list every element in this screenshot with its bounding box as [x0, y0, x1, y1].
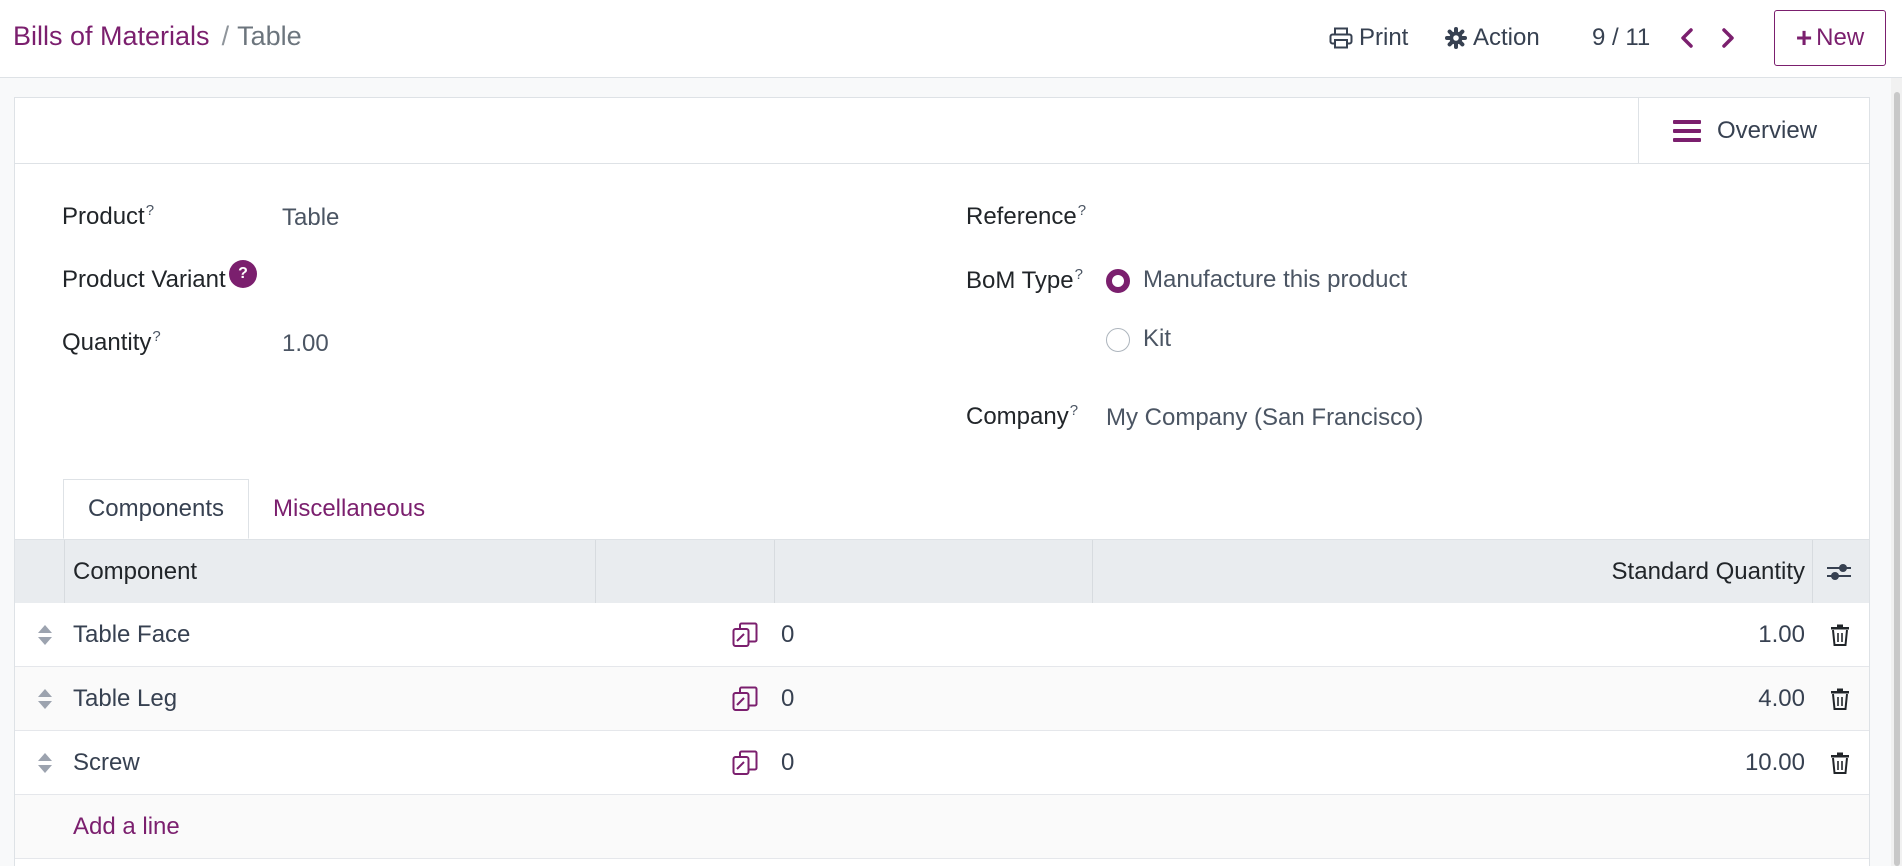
bom-type-manufacture-radio[interactable] [1106, 269, 1130, 293]
product-variant-label: Product Variant [62, 266, 226, 293]
tab-miscellaneous[interactable]: Miscellaneous [273, 479, 425, 539]
action-button[interactable]: Action [1445, 20, 1540, 56]
column-divider [774, 540, 775, 604]
column-settings-icon[interactable] [1826, 560, 1852, 584]
breadcrumb: Bills of Materials / Table [13, 18, 302, 54]
drag-handle-icon[interactable] [37, 751, 53, 775]
column-divider [595, 540, 596, 604]
overview-label: Overview [1717, 116, 1818, 144]
component-quantity[interactable]: 4.00 [1758, 667, 1805, 731]
bom-type-kit-radio[interactable] [1106, 328, 1130, 352]
list-icon [1673, 119, 1701, 142]
help-tooltip-marker[interactable]: ? [1070, 402, 1078, 419]
breadcrumb-current: Table [237, 21, 302, 51]
breadcrumb-bills-of-materials[interactable]: Bills of Materials [13, 21, 210, 51]
column-divider [1092, 540, 1093, 604]
help-tooltip-marker[interactable]: ? [1078, 202, 1086, 219]
product-value[interactable]: Table [282, 204, 339, 232]
print-icon [1329, 27, 1353, 49]
product-variant-help-icon[interactable]: ? [229, 260, 257, 288]
table-row[interactable]: Table Face 0 1.00 [15, 603, 1869, 667]
help-tooltip-marker[interactable]: ? [1075, 266, 1083, 283]
trash-icon[interactable] [1828, 751, 1852, 775]
copy-icon[interactable] [730, 621, 760, 649]
pager-value[interactable]: 9 / 11 [1592, 20, 1650, 56]
component-availability-count: 0 [781, 749, 795, 776]
add-line-row: Add a line [15, 795, 1869, 859]
help-tooltip-marker[interactable]: ? [146, 202, 154, 219]
chevron-left-icon [1681, 28, 1693, 48]
trash-icon[interactable] [1828, 623, 1852, 647]
print-label: Print [1359, 24, 1409, 51]
quantity-label: Quantity? [62, 328, 161, 356]
help-tooltip-marker[interactable]: ? [152, 328, 160, 345]
table-row[interactable]: Table Leg 0 4.00 [15, 667, 1869, 731]
component-availability-count: 0 [781, 685, 795, 712]
bom-type-kit-label[interactable]: Kit [1143, 325, 1171, 353]
plus-icon: + [1795, 22, 1813, 53]
component-name[interactable]: Table Leg [73, 667, 177, 731]
component-name[interactable]: Table Face [73, 603, 190, 667]
company-value[interactable]: My Company (San Francisco) [1106, 404, 1423, 432]
add-line-button[interactable]: Add a line [73, 795, 180, 859]
reference-label: Reference? [966, 202, 1087, 230]
new-button[interactable]: + New [1774, 10, 1886, 66]
bom-type-label: BoM Type? [966, 266, 1083, 294]
column-header-component[interactable]: Component [73, 540, 197, 604]
components-table-header: Component Standard Quantity [15, 539, 1869, 604]
component-quantity[interactable]: 1.00 [1758, 603, 1805, 667]
copy-icon[interactable] [730, 749, 760, 777]
quantity-value[interactable]: 1.00 [282, 330, 329, 358]
table-row[interactable]: Screw 0 10.00 [15, 731, 1869, 795]
pager-next-button[interactable] [1714, 22, 1742, 54]
component-quantity[interactable]: 10.00 [1745, 731, 1805, 795]
new-label: New [1816, 24, 1865, 51]
form-sheet: Overview Product? Table Product Variant … [14, 97, 1870, 866]
drag-handle-icon[interactable] [37, 687, 53, 711]
chevron-right-icon [1722, 28, 1734, 48]
product-label: Product? [62, 202, 155, 230]
breadcrumb-separator: / [221, 21, 230, 51]
control-panel: Bills of Materials / Table Print Action 9 … [0, 0, 1902, 78]
company-label: Company? [966, 402, 1079, 430]
action-label: Action [1473, 24, 1540, 51]
tab-components[interactable]: Components [63, 479, 249, 539]
print-button[interactable]: Print [1329, 20, 1408, 56]
column-header-standard-quantity[interactable]: Standard Quantity [1612, 540, 1805, 604]
component-name[interactable]: Screw [73, 731, 140, 795]
scrollbar-thumb[interactable] [1894, 92, 1900, 866]
copy-icon[interactable] [730, 685, 760, 713]
trash-icon[interactable] [1828, 687, 1852, 711]
column-divider [1812, 540, 1813, 604]
overview-button[interactable]: Overview [1638, 98, 1869, 163]
bom-type-manufacture-label[interactable]: Manufacture this product [1143, 266, 1407, 294]
gear-icon [1445, 27, 1467, 49]
drag-handle-icon[interactable] [37, 623, 53, 647]
component-availability-count: 0 [781, 621, 795, 648]
pager-previous-button[interactable] [1673, 22, 1701, 54]
button-box: Overview [15, 98, 1869, 164]
column-divider [64, 540, 65, 604]
